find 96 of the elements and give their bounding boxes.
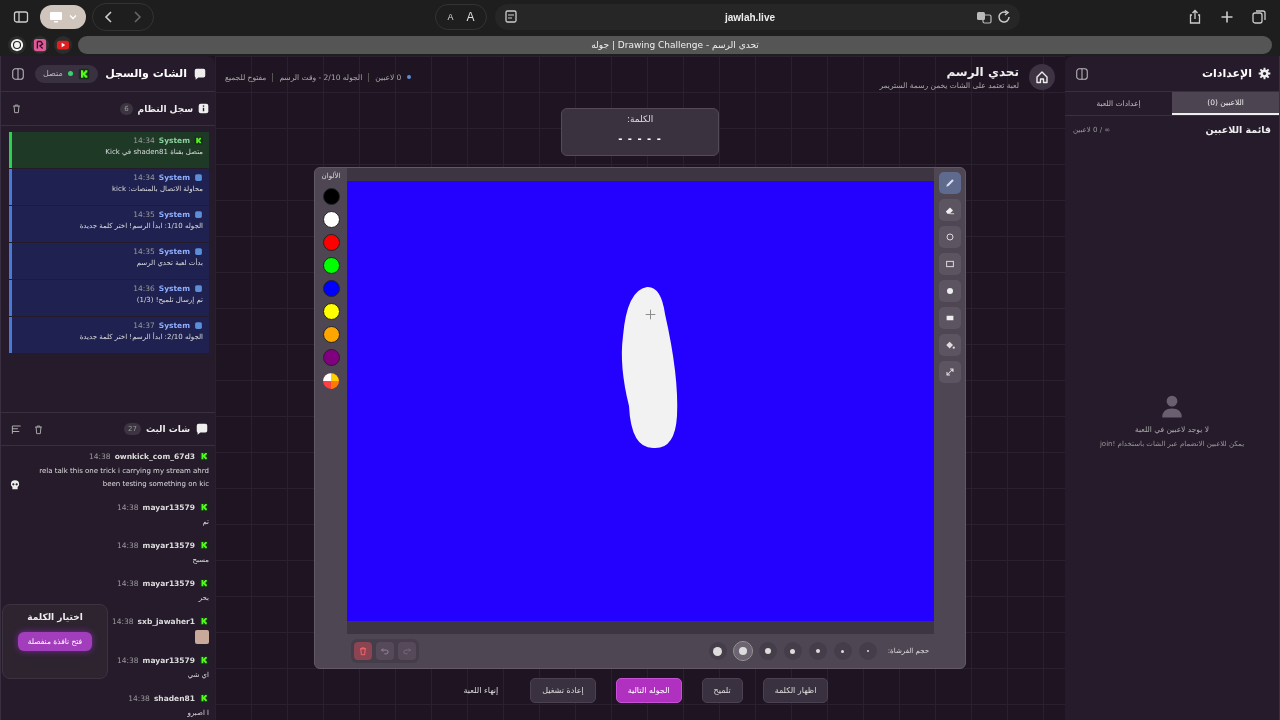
reload-icon[interactable] [995,9,1012,25]
new-tab-icon [1219,9,1235,25]
panel-title: الإعدادات [1201,67,1252,80]
system-icon [194,284,203,293]
translate-icon[interactable] [975,9,992,25]
word-label: الكلمة: [626,114,654,124]
tool-button[interactable] [938,280,961,302]
trash-icon [32,423,44,435]
brush-size-button[interactable] [708,642,727,660]
pencil-icon [943,177,956,189]
action-button[interactable]: إنهاء اللعبة [451,678,511,703]
expand-icon [943,366,956,378]
chat-bubble-icon [193,66,207,81]
card-title: اختيار الكلمة [27,612,83,622]
system-icon [194,247,203,256]
color-swatch[interactable] [322,349,340,366]
sidebar-icon [11,66,25,81]
share-icon [1187,9,1203,25]
system-icon [194,321,203,330]
list-icon [10,423,22,435]
circle-outline-icon [943,231,956,243]
kick-logo-icon [199,502,209,512]
tool-button[interactable] [938,334,961,356]
kick-logo-icon [199,655,209,665]
reader-icon[interactable] [502,9,519,25]
home-icon [1034,69,1050,85]
color-swatch[interactable] [322,188,340,205]
color-swatch[interactable] [322,326,340,343]
kick-logo-icon [199,616,209,626]
rectangle-outline-icon [943,258,956,270]
settings-icon [1258,67,1271,80]
tool-button[interactable] [938,226,961,248]
tool-button[interactable] [938,253,961,275]
video-tab-icon [56,38,70,52]
action-button[interactable]: الجوله التالية [615,678,682,703]
smaller-text-button[interactable]: A [441,7,460,27]
browser-tab[interactable]: تحدي الرسم - Drawing Challenge | جوله [78,36,1272,54]
brush-size-button[interactable] [783,642,802,660]
color-swatch[interactable] [322,257,340,274]
kick-logo-icon [199,451,209,461]
kick-logo-icon [199,578,209,588]
trash-icon [358,646,368,656]
tab-title: تحدي الرسم - Drawing Challenge | جوله [591,40,759,50]
action-button[interactable]: تلميح [701,678,743,703]
tool-button[interactable] [938,307,961,329]
section-title: شات البث [145,424,190,434]
system-icon [194,210,203,219]
clear-canvas-button[interactable] [354,642,372,660]
status-dot [407,75,412,79]
trash-icon [10,103,22,114]
color-picker-icon[interactable] [322,372,340,390]
crosshair-icon [645,309,656,320]
color-swatch[interactable] [322,280,340,297]
info-icon [198,103,209,114]
monitor-icon [47,9,64,25]
address-text: jawlah.live [723,11,776,23]
sidebar-icon [13,9,29,25]
person-icon [1159,393,1185,419]
tabs-overview-icon [1251,9,1267,25]
larger-text-button[interactable]: A [461,7,480,27]
action-button[interactable]: اظهار الكلمة [762,678,829,703]
tool-button[interactable] [938,199,961,221]
address-bar[interactable]: jawlah.live [494,4,1020,30]
tab-group-button[interactable] [40,5,86,29]
color-swatch[interactable] [322,211,340,228]
brush-size-button[interactable] [758,642,777,660]
tool-button[interactable] [938,361,961,383]
image-placeholder [195,630,209,644]
brush-size-button[interactable] [733,642,752,660]
home-button[interactable] [1029,64,1055,90]
status-text: متصل [43,69,63,78]
kick-logo-icon [199,693,209,703]
undo-icon [380,646,390,656]
redo-icon [402,646,412,656]
brush-size-button[interactable] [808,642,827,660]
kick-logo-icon [194,136,203,145]
kick-logo-icon [199,540,209,550]
color-swatch[interactable] [322,303,340,320]
panel-title: الشات والسجل [105,67,187,80]
kick-logo-icon [77,67,90,80]
skull-icon [9,479,21,491]
pinned-tab[interactable] [54,36,72,54]
section-title: سجل النظام [137,103,193,114]
word-blanks: - - - - - [618,133,662,144]
action-button[interactable]: إعادة تشغيل [530,678,596,703]
pinned-tab-icon [10,38,24,52]
color-swatch[interactable] [322,234,340,251]
sidebar-icon [1075,66,1089,81]
chat-bubble-icon [195,422,209,436]
tool-button[interactable] [938,172,961,194]
pinned-tab[interactable] [8,36,26,54]
drawing-canvas[interactable] [347,181,934,621]
system-icon [194,173,203,182]
list-title: قائمة اللاعبين [1205,124,1271,135]
game-title: تحدي الرسم [946,64,1019,79]
pinned-tab-icon [33,38,47,52]
